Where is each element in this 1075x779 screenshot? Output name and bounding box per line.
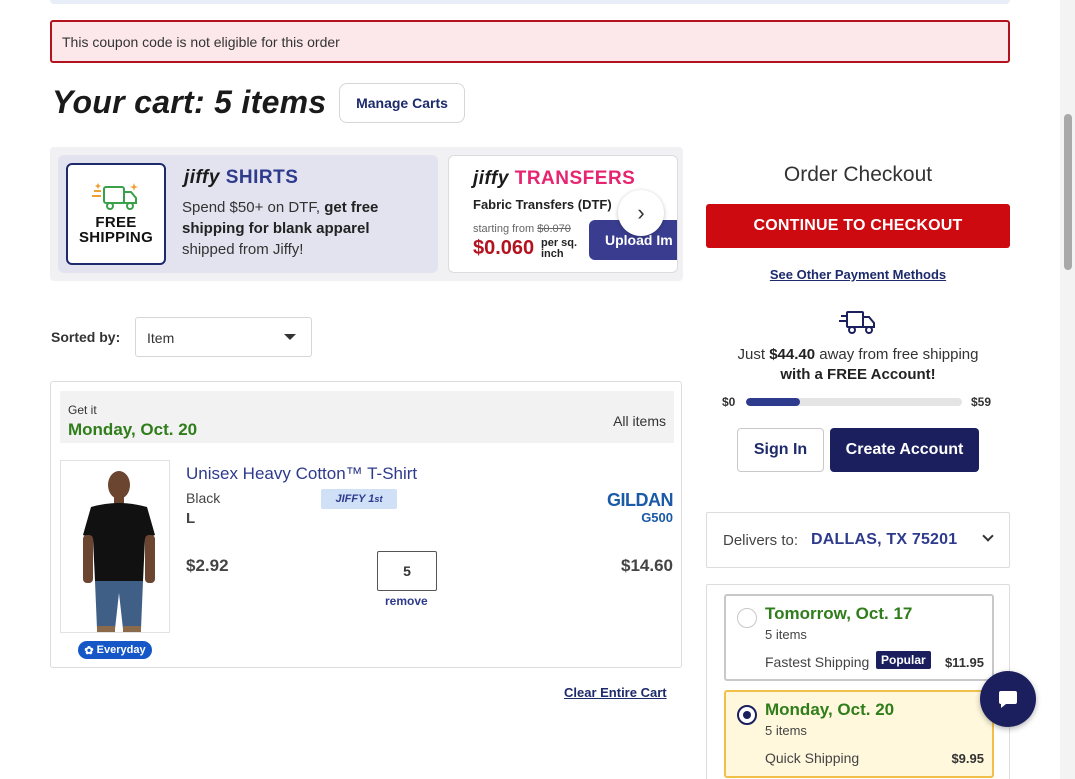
- per-line2: inch: [541, 248, 564, 260]
- starting-price-line: starting from $0.070: [473, 223, 571, 235]
- everyday-icon: ✿: [84, 644, 94, 657]
- chat-button[interactable]: [980, 671, 1036, 727]
- free-shipping-badge: FREE SHIPPING: [66, 163, 166, 265]
- shipping-progress-bar: [746, 398, 962, 406]
- sort-label: Sorted by:: [51, 329, 121, 345]
- shipping-item-count: 5 items: [765, 723, 807, 738]
- shipping-price: $11.95: [944, 655, 984, 670]
- chevron-right-icon: ›: [637, 200, 645, 225]
- shipping-date: Monday, Oct. 20: [765, 700, 895, 719]
- shipping-speed: Fastest Shipping: [765, 654, 870, 670]
- product-size: L: [186, 510, 196, 527]
- ship-msg-c: with a FREE Account!: [780, 366, 936, 383]
- page-title: Your cart: 5 items: [52, 84, 327, 120]
- shipping-speed: Quick Shipping: [765, 750, 860, 766]
- sign-in-button[interactable]: Sign In: [737, 428, 824, 472]
- product-image[interactable]: [60, 460, 170, 633]
- transfers-subtitle: Fabric Transfers (DTF): [473, 197, 612, 212]
- jiffy-first-sup: st: [374, 494, 383, 504]
- delivery-group-header: Get it Monday, Oct. 20 All items: [60, 391, 674, 443]
- sort-value: Item: [147, 330, 175, 346]
- truck-icon: [92, 183, 138, 210]
- starting-label: starting from: [473, 223, 535, 235]
- sort-select[interactable]: Item: [135, 317, 312, 357]
- jiffy-first-label: JIFFY 1: [335, 493, 375, 505]
- other-payment-methods-link[interactable]: See Other Payment Methods: [706, 267, 1010, 282]
- promo-text-c: shipped from Jiffy!: [182, 241, 304, 258]
- carousel-next-button[interactable]: ›: [618, 190, 664, 236]
- shipping-price: $9.95: [951, 751, 984, 766]
- order-checkout-title: Order Checkout: [783, 163, 933, 186]
- top-info-strip: [50, 0, 1010, 4]
- shipping-radio[interactable]: [737, 608, 757, 628]
- coupon-error-alert: This coupon code is not eligible for thi…: [50, 20, 1010, 63]
- progress-max: $59: [971, 395, 992, 409]
- get-it-date: Monday, Oct. 20: [68, 420, 198, 439]
- ship-msg-b: away from free shipping: [815, 346, 979, 363]
- popular-badge: Popular: [876, 651, 931, 669]
- shipping-text: SHIPPING: [78, 229, 154, 246]
- brand-name: TRANSFERS: [514, 168, 636, 189]
- shipping-option[interactable]: Tomorrow, Oct. 17 5 items Fastest Shippi…: [724, 594, 994, 681]
- free-text: FREE: [95, 214, 137, 231]
- manage-carts-button[interactable]: Manage Carts: [339, 83, 465, 123]
- delivers-to-select[interactable]: Delivers to: DALLAS, TX 75201: [706, 512, 1010, 568]
- everyday-label: Everyday: [96, 644, 146, 656]
- cart-items-card: Get it Monday, Oct. 20 All items ✿ Every…: [50, 381, 682, 668]
- quantity-input[interactable]: 5: [377, 551, 437, 591]
- create-account-button[interactable]: Create Account: [830, 428, 979, 472]
- all-items-label: All items: [613, 413, 666, 429]
- ship-msg-a: Just: [737, 346, 770, 363]
- jiffy-shirts-logo: jiffy SHIRTS: [184, 167, 298, 189]
- clear-cart-link[interactable]: Clear Entire Cart: [564, 685, 667, 700]
- shipping-option-selected[interactable]: Monday, Oct. 20 5 items Quick Shipping $…: [724, 690, 994, 778]
- cart-page: This coupon code is not eligible for thi…: [0, 0, 1075, 779]
- shipping-date: Tomorrow, Oct. 17: [765, 604, 913, 623]
- product-photo: [61, 461, 169, 632]
- brand-logo: GILDAN: [607, 490, 674, 510]
- caret-down-icon: [284, 334, 296, 340]
- delivers-to-label: Delivers to:: [723, 532, 799, 549]
- everyday-badge: ✿ Everyday: [78, 641, 152, 659]
- shipping-progress-fill: [746, 398, 800, 406]
- promo-card-shirts[interactable]: FREE SHIPPING jiffy SHIRTS Spend $50+ on…: [58, 155, 438, 273]
- jiffy-transfers-logo: jiffy TRANSFERS: [473, 168, 635, 190]
- transfers-price: $0.060: [473, 237, 535, 259]
- page-scrollbar[interactable]: [1060, 0, 1075, 779]
- free-shipping-message: Just $44.40 away from free shipping with…: [706, 345, 1010, 385]
- brand-prefix: jiffy: [184, 167, 220, 188]
- truck-icon: [839, 311, 875, 334]
- promo-text-a: Spend $50+ on DTF,: [182, 199, 325, 216]
- alert-message: This coupon code is not eligible for thi…: [62, 34, 340, 50]
- promo-shirts-text: Spend $50+ on DTF, get free shipping for…: [182, 197, 422, 260]
- progress-min: $0: [722, 395, 736, 409]
- brand-prefix: jiffy: [473, 168, 509, 189]
- promo-carousel: FREE SHIPPING jiffy SHIRTS Spend $50+ on…: [50, 147, 683, 281]
- continue-checkout-button[interactable]: CONTINUE TO CHECKOUT: [706, 204, 1010, 248]
- product-color: Black: [186, 490, 221, 506]
- delivers-to-value: DALLAS, TX 75201: [811, 531, 958, 548]
- remove-item-link[interactable]: remove: [385, 594, 428, 608]
- shipping-radio-checked[interactable]: [737, 705, 757, 725]
- chevron-down-icon: [982, 530, 994, 542]
- scrollbar-thumb[interactable]: [1064, 114, 1072, 270]
- shipping-options: Tomorrow, Oct. 17 5 items Fastest Shippi…: [706, 584, 1010, 779]
- product-name-link[interactable]: Unisex Heavy Cotton™ T-Shirt: [186, 464, 417, 484]
- unit-price: $2.92: [186, 556, 229, 575]
- jiffy-first-badge: JIFFY 1st: [321, 489, 397, 509]
- shipping-item-count: 5 items: [765, 627, 807, 642]
- ship-amount: $44.40: [769, 346, 816, 363]
- brand-name: SHIRTS: [225, 167, 299, 188]
- product-sku: G500: [641, 510, 673, 525]
- old-price: $0.070: [537, 223, 571, 235]
- chat-icon: [999, 691, 1017, 708]
- get-it-label: Get it: [68, 403, 97, 417]
- per-sq-inch: per sq. inch: [541, 238, 577, 260]
- line-total: $14.60: [621, 556, 673, 575]
